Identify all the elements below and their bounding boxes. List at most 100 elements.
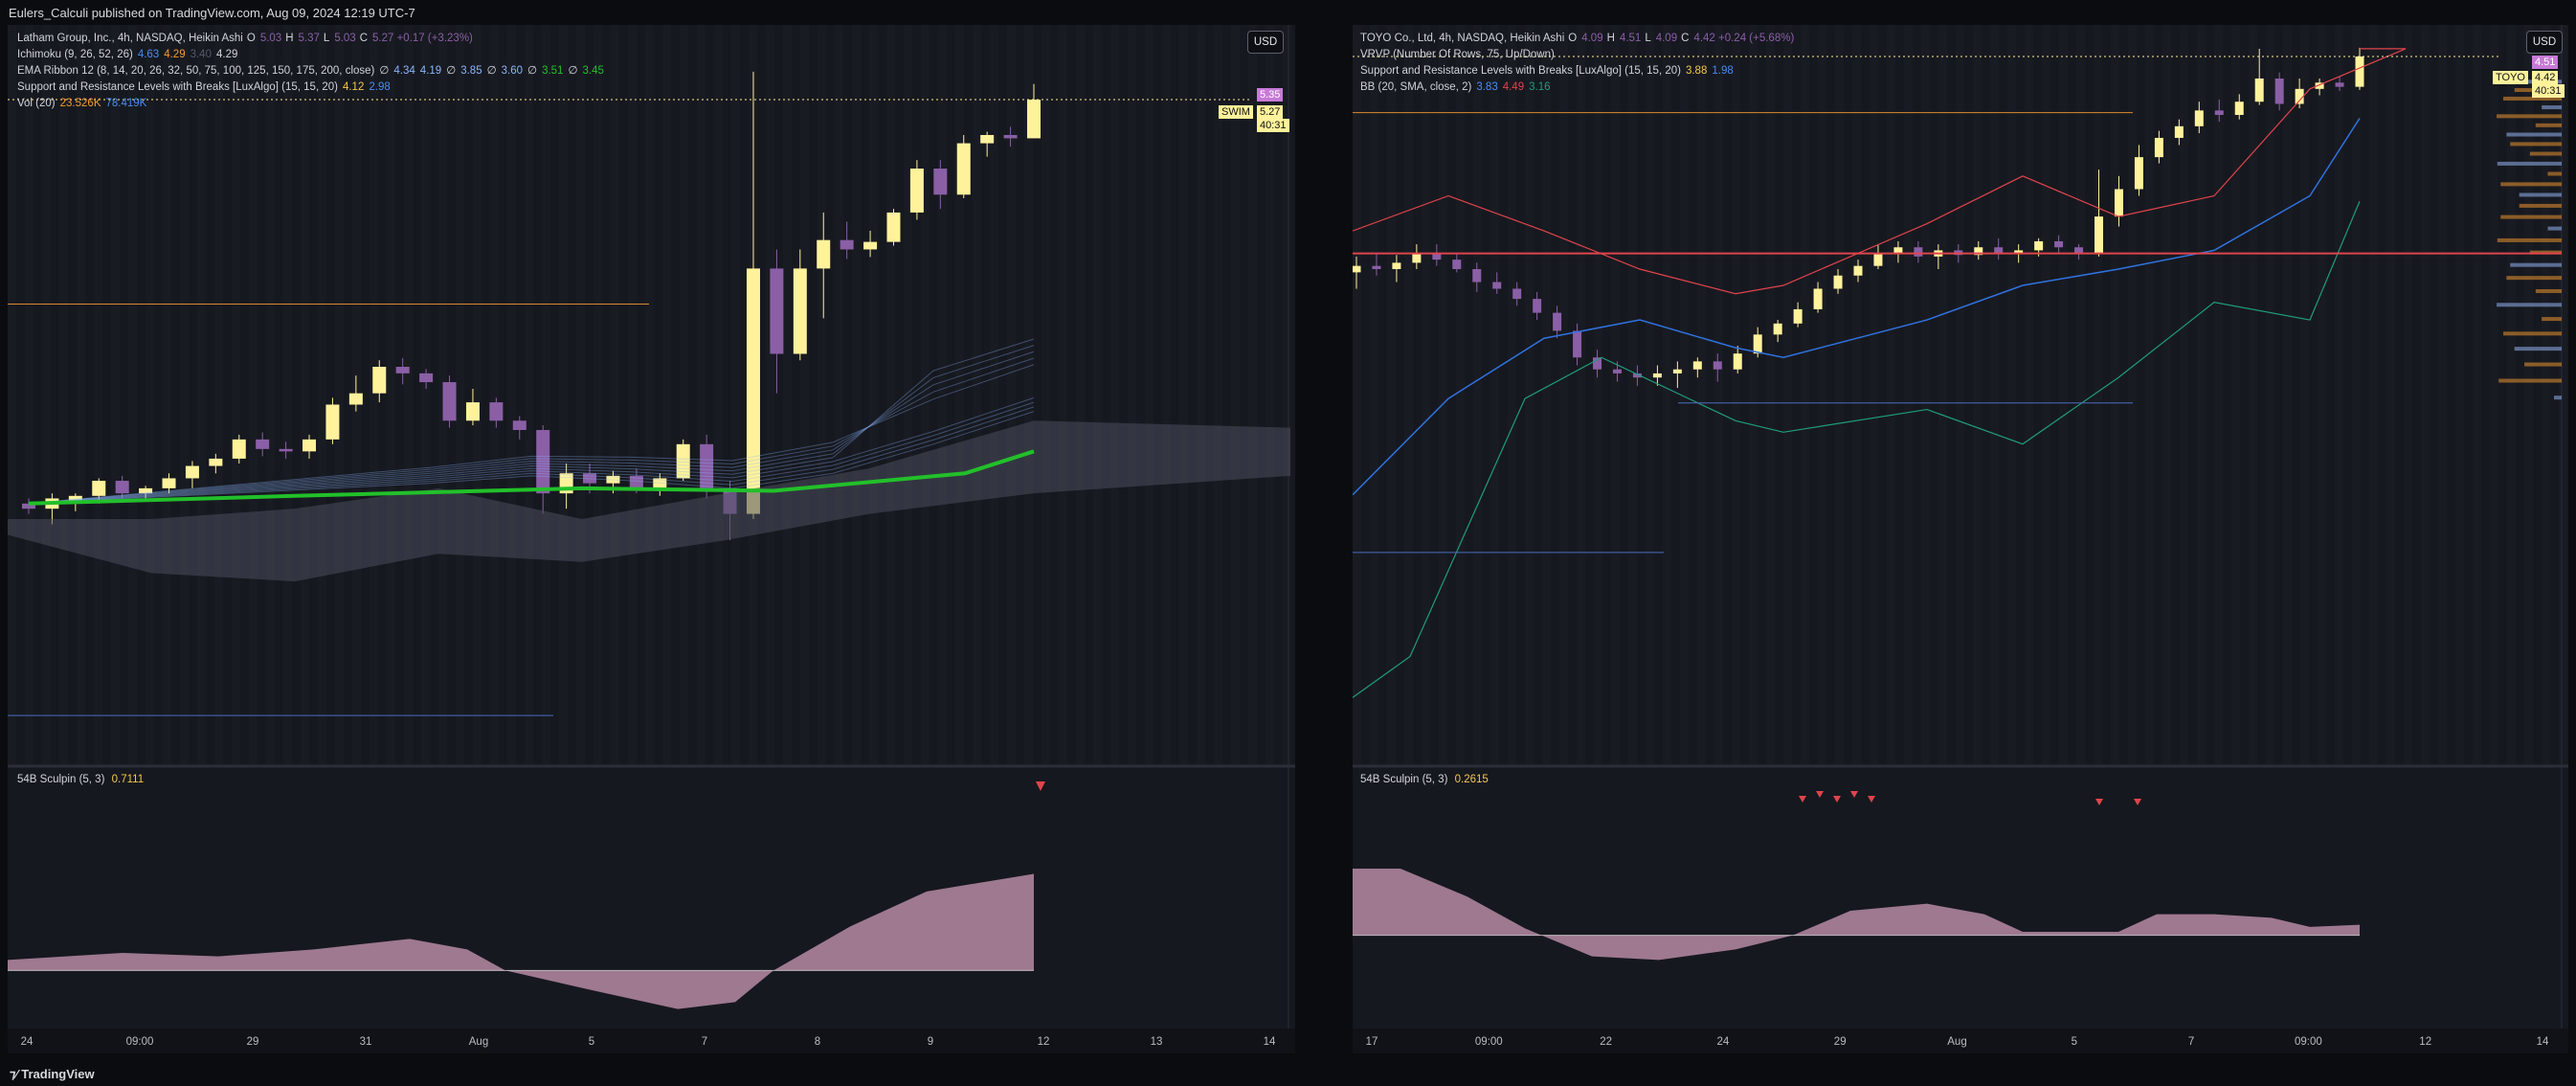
publisher-text: Eulers_Calculi published on TradingView.… — [9, 6, 415, 20]
bg-stripe — [25, 25, 34, 764]
bg-stripe — [283, 25, 292, 764]
candle-body — [1003, 134, 1018, 139]
time-axis-label: 13 — [1151, 1036, 1163, 1048]
candle-body — [2355, 56, 2364, 87]
right-oscillator-legend: 54B Sculpin (5, 3) 0.2615 — [1360, 772, 1489, 788]
left-legend-value: 3.60 — [501, 65, 524, 77]
bg-stripe — [2214, 25, 2223, 764]
vrvp-bar — [2535, 288, 2562, 293]
candle-body — [909, 169, 924, 213]
left-legend-row[interactable]: Ichimoku (9, 26, 52, 26) 4.63 4.29 3.40 4.29 — [17, 47, 604, 63]
bg-stripe — [42, 25, 51, 764]
bg-stripe — [2386, 25, 2395, 764]
bg-stripe — [800, 25, 809, 764]
bg-stripe — [1697, 25, 1706, 764]
candle-body — [489, 402, 504, 421]
bg-stripe — [1611, 25, 1620, 764]
vrvp-bar — [2535, 123, 2562, 127]
bg-stripe — [1214, 25, 1222, 764]
left-legend-value: 5.27 +0.17 (+3.23%) — [372, 33, 473, 44]
candle-body — [1733, 353, 1742, 370]
bg-stripe — [2145, 25, 2154, 764]
left-legend-row[interactable]: EMA Ribbon 12 (8, 14, 20, 26, 32, 50, 75… — [17, 63, 604, 79]
candle-body — [1612, 369, 1622, 373]
bg-stripe — [197, 25, 206, 764]
candle-body — [419, 373, 434, 383]
candle-body — [1472, 269, 1482, 283]
bg-stripe — [318, 25, 326, 764]
bg-stripe — [594, 25, 602, 764]
bg-stripe — [1990, 25, 1999, 764]
bg-stripe — [852, 25, 861, 764]
candle-body — [2274, 78, 2284, 104]
right-chart-canvas[interactable]: 3.803.403.102.802.602.402.202.001.901.70… — [1353, 25, 2568, 1053]
right-legend-row[interactable]: VRVP (Number Of Rows, 75, Up/Down) — [1360, 47, 1794, 63]
candle-body — [1853, 265, 1863, 276]
bg-stripe — [387, 25, 395, 764]
bg-stripe — [2025, 25, 2033, 764]
left-legend-value: 23.526K — [59, 98, 101, 109]
candle-body — [92, 481, 106, 496]
right-price-tag-last: 4.42 — [2532, 71, 2559, 84]
time-axis-label: 12 — [2419, 1036, 2431, 1048]
time-axis-label: 09:00 — [2295, 1036, 2322, 1048]
vrvp-bar — [2510, 142, 2562, 147]
left-legend-row[interactable]: Vol (20) 23.526K 78.419K — [17, 96, 604, 112]
right-legend-row[interactable]: TOYO Co., Ltd, 4h, NASDAQ, Heikin Ashi O 4… — [1360, 31, 1794, 47]
candle-body — [2054, 240, 2064, 248]
bg-stripe — [1353, 25, 1361, 764]
bg-stripe — [1921, 25, 1930, 764]
time-axis-label: 09:00 — [126, 1036, 154, 1048]
bg-stripe — [1110, 25, 1119, 764]
bg-stripe — [77, 25, 85, 764]
bg-stripe — [973, 25, 981, 764]
left-chart-canvas[interactable]: 5.605.205.004.804.604.404.204.003.803.60… — [8, 25, 1295, 1053]
bg-stripe — [835, 25, 843, 764]
left-legend-row[interactable]: Support and Resistance Levels with Break… — [17, 79, 604, 96]
bg-stripe — [1904, 25, 1913, 764]
candle-body — [817, 239, 831, 269]
bg-stripe — [490, 25, 499, 764]
time-axis-label: 5 — [589, 1036, 594, 1048]
right-legend-value: 4.51 — [1619, 33, 1642, 44]
right-currency-button[interactable]: USD — [2526, 31, 2563, 54]
bg-stripe — [1732, 25, 1740, 764]
time-axis-label: 8 — [815, 1036, 820, 1048]
bg-stripe — [2404, 25, 2412, 764]
bg-stripe — [662, 25, 671, 764]
right-legend-row[interactable]: Support and Resistance Levels with Break… — [1360, 63, 1794, 79]
candle-body — [1392, 262, 1401, 270]
time-axis-label: 14 — [1264, 1036, 1276, 1048]
bg-stripe — [2128, 25, 2137, 764]
right-legend-row[interactable]: BB (20, SMA, close, 2) 3.83 4.49 3.16 — [1360, 79, 1794, 96]
bg-stripe — [8, 25, 16, 764]
tradingview-logo[interactable]: ⁊⁄ TradingView — [10, 1067, 95, 1082]
left-chart-panel[interactable]: 5.605.205.004.804.604.404.204.003.803.60… — [8, 25, 1295, 1053]
bg-stripe — [1594, 25, 1602, 764]
right-chart-panel[interactable]: 3.803.403.102.802.602.402.202.001.901.70… — [1353, 25, 2568, 1053]
left-legend-value: 2.98 — [369, 81, 391, 93]
bg-stripe — [1852, 25, 1861, 764]
left-currency-button[interactable]: USD — [1247, 31, 1284, 54]
right-legend-value: O — [1568, 33, 1578, 44]
bg-stripe — [1248, 25, 1257, 764]
candle-body — [933, 169, 948, 195]
footer-bar: ⁊⁄ TradingView — [0, 1061, 2576, 1086]
bg-stripe — [2335, 25, 2343, 764]
bg-stripe — [955, 25, 964, 764]
bg-stripe — [2421, 25, 2430, 764]
bg-stripe — [1646, 25, 1654, 764]
candle-body — [1713, 361, 1722, 370]
bg-stripe — [1835, 25, 1844, 764]
bg-stripe — [559, 25, 568, 764]
left-legend-row[interactable]: Latham Group, Inc., 4h, NASDAQ, Heikin A… — [17, 31, 604, 47]
bg-stripe — [59, 25, 68, 764]
right-osc-label: 54B Sculpin (5, 3) — [1360, 774, 1448, 785]
time-axis-label: 7 — [2188, 1036, 2194, 1048]
left-oscillator-legend: 54B Sculpin (5, 3) 0.7111 — [17, 772, 144, 788]
left-legend-value: 5.03 — [334, 33, 356, 44]
left-legend-value: 4.29 — [164, 49, 186, 60]
bg-stripe — [1059, 25, 1067, 764]
candle-body — [325, 404, 340, 440]
bg-stripe — [1283, 25, 1291, 764]
